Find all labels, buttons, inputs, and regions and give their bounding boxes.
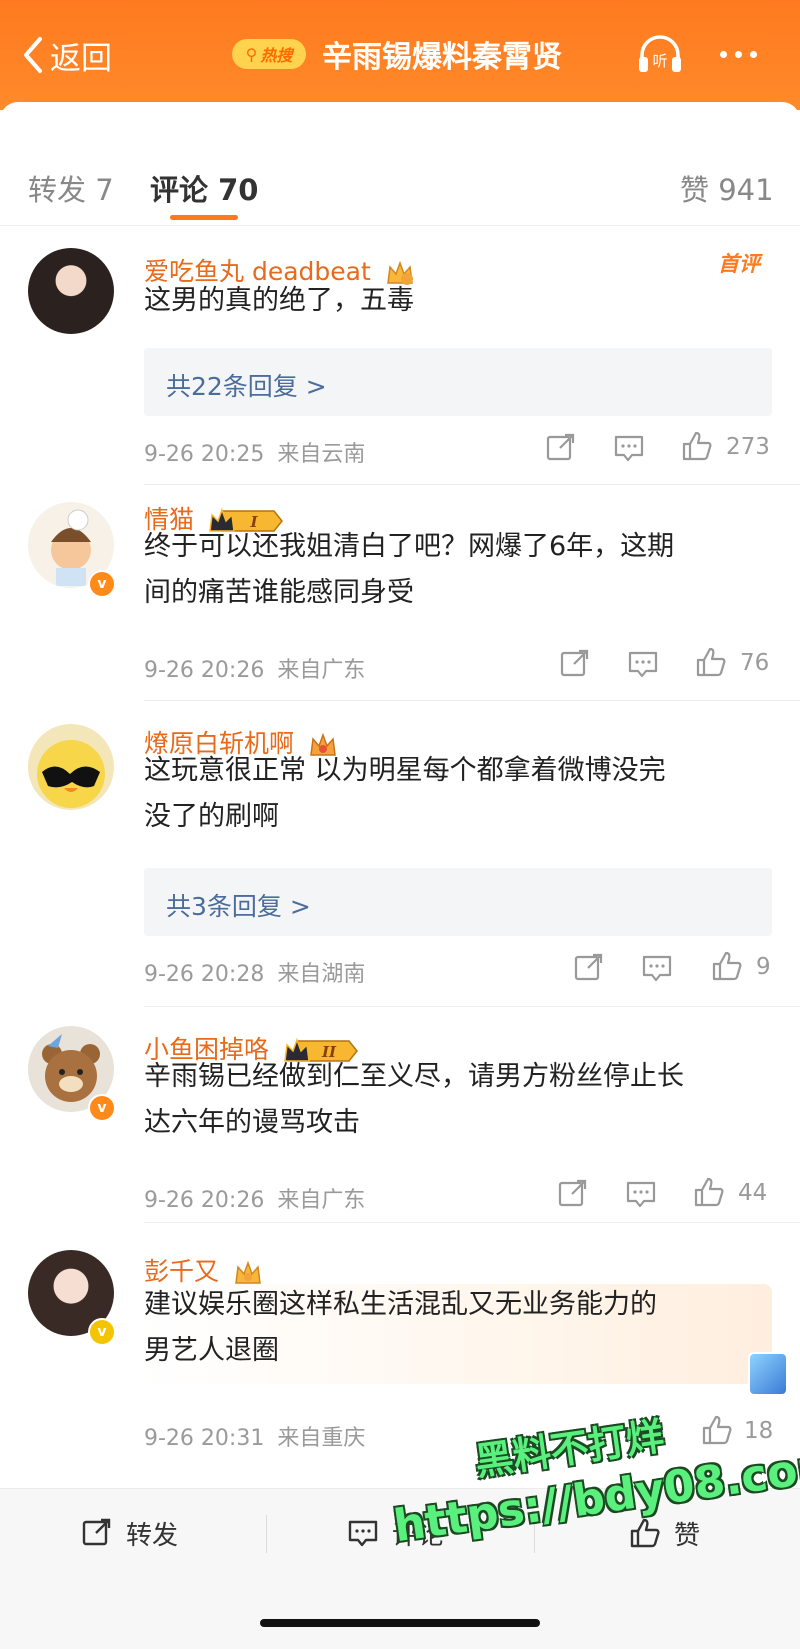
- comment-item: v 彭千又 建议娱乐圈这样私生活混乱又无业务能力的 男艺人退圈 9-26 20:…: [0, 1226, 800, 1470]
- repost-button[interactable]: 转发: [80, 1511, 178, 1555]
- replies-link[interactable]: 共22条回复 >: [144, 348, 772, 416]
- tab-bar: 转发 7 评论 70 赞 941: [0, 135, 800, 226]
- share-icon[interactable]: [556, 1178, 590, 1210]
- replies-label: 共3条回复 >: [166, 892, 311, 921]
- tab-reposts[interactable]: 转发 7: [28, 167, 114, 209]
- avatar[interactable]: [28, 724, 114, 810]
- first-comment-badge: 首评: [718, 252, 760, 276]
- comment-text-line: 间的痛苦谁能感同身受: [144, 577, 414, 608]
- divider: [266, 1515, 267, 1553]
- comment-text-line: 这玩意很正常 以为明星每个都拿着微博没完: [144, 755, 666, 786]
- like-count: 9: [756, 954, 771, 980]
- repost-label: 转发: [126, 1520, 179, 1551]
- comment-item: 燎原白斩机啊 这玩意很正常 以为明星每个都拿着微博没完 没了的刷啊 共3条回复 …: [0, 704, 800, 1008]
- comment-time: 9-26 20:26: [144, 1188, 265, 1213]
- headphones-icon: 听: [639, 35, 681, 72]
- comment-item: 爱吃鱼丸 deadbeat 首评 这男的真的绝了，五毒 共22条回复 > 9-2…: [0, 236, 800, 486]
- duck-avatar-icon: [37, 740, 105, 808]
- verified-badge-icon: v: [88, 1094, 116, 1122]
- verified-badge-icon: v: [88, 1318, 116, 1346]
- listen-label: 听: [652, 52, 667, 70]
- home-indicator[interactable]: [260, 1619, 540, 1627]
- like-count: 76: [740, 650, 770, 676]
- tab-comments[interactable]: 评论 70: [150, 167, 258, 209]
- chevron-left-icon: [24, 37, 42, 73]
- comment-item: v 小鱼困掉咯 II 辛雨锡已经做到仁至义尽，请男方粉丝停止长 达六年的谩骂攻击…: [0, 1010, 800, 1224]
- divider: [144, 700, 800, 701]
- divider: [144, 1006, 800, 1007]
- comment-text: 终于可以还我姐清白了吧？网爆了6年，这期 间的痛苦谁能感同身受: [144, 524, 774, 616]
- replies-label: 共22条回复 >: [166, 372, 327, 401]
- tab-likes[interactable]: 赞 941: [680, 167, 774, 209]
- back-button[interactable]: 返回: [22, 30, 112, 80]
- comment-text: 建议娱乐圈这样私生活混乱又无业务能力的 男艺人退圈: [144, 1282, 774, 1374]
- comment-text-line: 终于可以还我姐清白了吧？网爆了6年，这期: [144, 531, 675, 562]
- like-count: 273: [726, 434, 770, 460]
- comment-icon[interactable]: [612, 432, 646, 464]
- comment-meta: 9-26 20:25 来自云南: [144, 436, 365, 468]
- page-title: 辛雨锡爆料秦霄贤: [322, 40, 562, 75]
- dot-icon: [750, 51, 757, 58]
- comment-icon[interactable]: [640, 952, 674, 984]
- comment-location: 来自湖南: [277, 962, 366, 987]
- floating-thumbnail[interactable]: [748, 1352, 788, 1396]
- share-icon: [82, 1518, 111, 1546]
- comment-time: 9-26 20:25: [144, 442, 265, 467]
- comment-meta: 9-26 20:28 来自湖南: [144, 956, 365, 988]
- like-label: 赞: [674, 1520, 701, 1551]
- comment-time: 9-26 20:26: [144, 658, 265, 683]
- comment-text: 这男的真的绝了，五毒: [144, 278, 774, 324]
- comment-time: 9-26 20:28: [144, 962, 265, 987]
- comment-time: 9-26 20:31: [144, 1426, 265, 1451]
- comment-location: 来自重庆: [277, 1426, 366, 1451]
- divider: [144, 1222, 800, 1223]
- verified-badge-icon: v: [88, 570, 116, 598]
- comment-text: 这玩意很正常 以为明星每个都拿着微博没完 没了的刷啊: [144, 748, 774, 840]
- comment-icon: [348, 1520, 378, 1547]
- comment-item: v 情猫 I 终于可以还我姐清白了吧？网爆了6年，这期 间的痛苦谁能感同身受 9…: [0, 488, 800, 702]
- dot-icon: [720, 51, 727, 58]
- thumbs-up-icon[interactable]: [694, 646, 728, 678]
- avatar[interactable]: [28, 248, 114, 334]
- like-count: 44: [738, 1180, 768, 1206]
- top-nav-bar: 返回 ⚲ 热搜 辛雨锡爆料秦霄贤 听: [0, 0, 800, 110]
- hot-search-badge[interactable]: ⚲ 热搜: [232, 39, 306, 69]
- comment-location: 来自广东: [277, 658, 366, 683]
- more-options-button[interactable]: [720, 51, 757, 58]
- comment-location: 来自广东: [277, 1188, 366, 1213]
- comment-icon[interactable]: [626, 648, 660, 680]
- comment-text-line: 没了的刷啊: [144, 801, 279, 832]
- comment-meta: 9-26 20:26 来自广东: [144, 652, 365, 684]
- dot-icon: [735, 51, 742, 58]
- comment-text-line: 辛雨锡已经做到仁至义尽，请男方粉丝停止长: [144, 1061, 684, 1092]
- thumbs-up-icon: [630, 1518, 660, 1548]
- share-icon[interactable]: [572, 952, 606, 984]
- thumbs-up-icon[interactable]: [692, 1176, 726, 1208]
- share-icon[interactable]: [558, 648, 592, 680]
- comment-text-line: 这男的真的绝了，五毒: [144, 285, 414, 316]
- thumbs-up-icon[interactable]: [710, 950, 744, 982]
- share-icon[interactable]: [544, 432, 578, 464]
- comment-location: 来自云南: [277, 442, 366, 467]
- comment-meta: 9-26 20:31 来自重庆: [144, 1420, 365, 1452]
- comment-text-line: 达六年的谩骂攻击: [144, 1107, 360, 1138]
- back-label: 返回: [50, 40, 112, 77]
- listen-button[interactable]: 听: [636, 33, 684, 75]
- comment-icon[interactable]: [624, 1178, 658, 1210]
- comment-text-line: 男艺人退圈: [144, 1335, 279, 1366]
- replies-link[interactable]: 共3条回复 >: [144, 868, 772, 936]
- search-icon: ⚲: [245, 44, 258, 64]
- comment-meta: 9-26 20:26 来自广东: [144, 1182, 365, 1214]
- like-count: 18: [744, 1418, 774, 1444]
- divider: [144, 484, 800, 485]
- thumbs-up-icon[interactable]: [680, 430, 714, 462]
- active-tab-indicator: [170, 215, 238, 220]
- comment-text: 辛雨锡已经做到仁至义尽，请男方粉丝停止长 达六年的谩骂攻击: [144, 1054, 774, 1146]
- hot-label: 热搜: [260, 46, 293, 65]
- thumbs-up-icon[interactable]: [700, 1414, 734, 1446]
- comment-text-line: 建议娱乐圈这样私生活混乱又无业务能力的: [144, 1289, 657, 1320]
